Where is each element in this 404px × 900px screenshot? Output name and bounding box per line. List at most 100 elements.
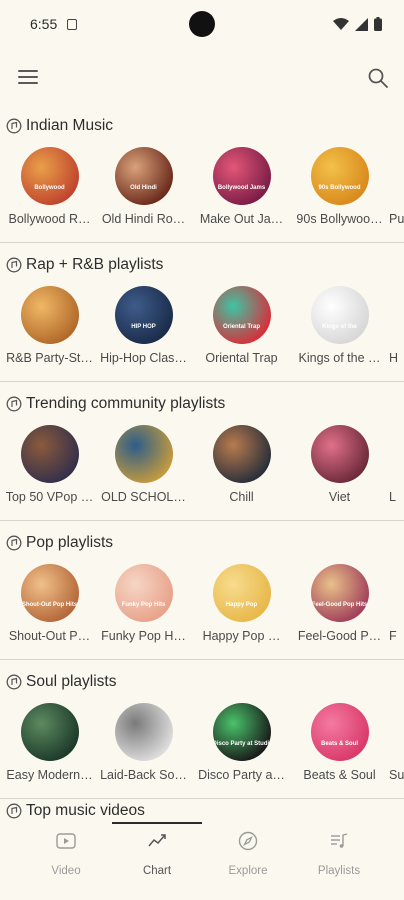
nav-label: Playlists (317, 865, 361, 877)
section-title: Trending community playlists (26, 395, 226, 412)
artwork-caption: Disco Party at Studio 54 (212, 741, 271, 747)
playlist-artwork: Bollywood Jams (212, 147, 271, 205)
music-disc-icon (6, 257, 22, 273)
artwork-caption: Feel-Good Pop Hits (311, 602, 368, 608)
playlist-title: Easy Modern… (6, 768, 93, 782)
playlist-artwork: Beats & Soul (310, 703, 369, 761)
artwork-caption: Old Hindi (130, 185, 157, 191)
playlist-card[interactable]: Laid-Back So… (94, 703, 193, 782)
nav-label: Chart (142, 865, 172, 877)
playlist-card[interactable]: Feel-Good Pop Hits Feel-Good P… (290, 564, 389, 643)
playlist-icon (331, 833, 348, 848)
playlist-card[interactable]: Funky Pop Hits Funky Pop H… (94, 564, 193, 643)
playlist-card-peek[interactable]: Su (389, 703, 404, 782)
section-title: Pop playlists (26, 534, 114, 551)
playlist-title: Oriental Trap (205, 351, 278, 365)
playlist-title: Feel-Good P… (297, 629, 382, 643)
search-icon[interactable] (366, 66, 390, 90)
artwork-caption: 90s Bollywood (318, 185, 361, 191)
playlist-card[interactable]: 90s Bollywood 90s Bollywoo… (290, 147, 389, 226)
playlist-title: Shout-Out P… (8, 629, 91, 643)
playlist-card[interactable]: HIP HOP Hip-Hop Clas… (94, 286, 193, 365)
battery-icon (374, 17, 382, 31)
status-indicators (333, 17, 382, 31)
artwork-caption: Shout-Out Pop Hits (21, 602, 78, 608)
playlist-card[interactable]: Top 50 VPop … (0, 425, 99, 504)
chart-icon (148, 834, 166, 847)
playlist-card[interactable]: R&B Party-St… (0, 286, 99, 365)
playlist-card[interactable]: Happy Pop Happy Pop … (192, 564, 291, 643)
wifi-icon (333, 18, 349, 30)
playlist-card[interactable]: Old Hindi Old Hindi Ro… (94, 147, 193, 226)
playlist-title: Make Out Ja… (199, 212, 284, 226)
playlist-card[interactable]: Beats & Soul Beats & Soul (290, 703, 389, 782)
playlist-card[interactable]: OLD SCHOL… (94, 425, 193, 504)
playlist-card-peek[interactable]: H (389, 286, 404, 365)
playlist-card[interactable]: Oriental Trap Oriental Trap (192, 286, 291, 365)
playlist-artwork: Kings of the (310, 286, 369, 344)
section-title: Top music videos (26, 802, 145, 819)
playlist-card[interactable]: Bollywood Bollywood R… (0, 147, 99, 226)
active-tab-indicator (112, 822, 202, 824)
playlist-title: L (389, 490, 396, 504)
notification-icon (67, 18, 78, 30)
playlist-title: Top 50 VPop … (5, 490, 94, 504)
artwork-caption: Beats & Soul (320, 741, 358, 747)
nav-item-video[interactable]: Video (21, 830, 111, 877)
playlist-card-peek[interactable]: Pu (389, 147, 404, 226)
compass-icon (238, 831, 258, 851)
playlist-artwork: HIP HOP (114, 286, 173, 344)
playlist-title: Pu (389, 212, 404, 226)
nav-label: Explore (228, 865, 268, 877)
playlist-card-peek[interactable]: L (389, 425, 404, 504)
playlist-section: Rap + R&B playlists R&B Party-St… HIP HOP H… (0, 243, 404, 382)
playlist-artwork: Old Hindi (114, 147, 173, 205)
video-icon (56, 833, 76, 849)
playlist-artwork: Oriental Trap (212, 286, 271, 344)
menu-line (18, 76, 38, 78)
playlist-artwork: Feel-Good Pop Hits (310, 564, 369, 622)
playlist-title: Happy Pop … (202, 629, 281, 643)
playlist-card[interactable]: Shout-Out Pop Hits Shout-Out P… (0, 564, 99, 643)
playlist-title: F (389, 629, 397, 643)
playlist-card[interactable]: Chill (192, 425, 291, 504)
playlist-card[interactable]: Easy Modern… (0, 703, 99, 782)
playlist-title: H (389, 351, 399, 365)
playlist-title: OLD SCHOL… (101, 490, 186, 504)
playlist-title: Kings of the … (298, 351, 381, 365)
section-header[interactable]: Trending community playlists (6, 393, 225, 415)
section-header[interactable]: Soul playlists (6, 671, 116, 693)
section-header[interactable]: Indian Music (6, 115, 113, 137)
nav-item-chart[interactable]: Chart (112, 830, 202, 877)
playlist-artwork (20, 425, 79, 483)
section-header-partial[interactable]: Top music videos (6, 802, 145, 820)
playlist-artwork (20, 286, 79, 344)
playlist-artwork (20, 703, 79, 761)
app-bar (0, 60, 404, 96)
playlist-section: Soul playlists Easy Modern… Laid-Back So… D… (0, 660, 404, 799)
nav-item-playlists[interactable]: Playlists (294, 830, 384, 877)
bottom-navigation: Video Chart Explore Playlists (0, 822, 404, 900)
playlist-artwork: Happy Pop (212, 564, 271, 622)
main-content: Indian Music Bollywood Bollywood R… Old Hin… (0, 104, 404, 816)
playlist-artwork (114, 425, 173, 483)
section-header[interactable]: Rap + R&B playlists (6, 254, 163, 276)
playlist-card[interactable]: Bollywood Jams Make Out Ja… (192, 147, 291, 226)
playlist-title: Viet (328, 490, 351, 504)
section-header[interactable]: Pop playlists (6, 532, 113, 554)
playlist-card[interactable]: Kings of the Kings of the … (290, 286, 389, 365)
playlist-card[interactable]: Viet (290, 425, 389, 504)
playlist-card[interactable]: Disco Party at Studio 54 Disco Party a… (192, 703, 291, 782)
playlist-card-peek[interactable]: F (389, 564, 404, 643)
section-title: Indian Music (26, 117, 114, 134)
nav-item-explore[interactable]: Explore (203, 830, 293, 877)
music-disc-icon (6, 535, 22, 551)
music-disc-icon (6, 118, 22, 134)
menu-button[interactable] (18, 68, 38, 86)
playlist-title: Bollywood R… (8, 212, 91, 226)
playlist-title: 90s Bollywoo… (296, 212, 383, 226)
cellular-icon (355, 17, 368, 31)
music-disc-icon (6, 396, 22, 412)
playlist-artwork: Shout-Out Pop Hits (20, 564, 79, 622)
playlist-artwork: 90s Bollywood (310, 147, 369, 205)
